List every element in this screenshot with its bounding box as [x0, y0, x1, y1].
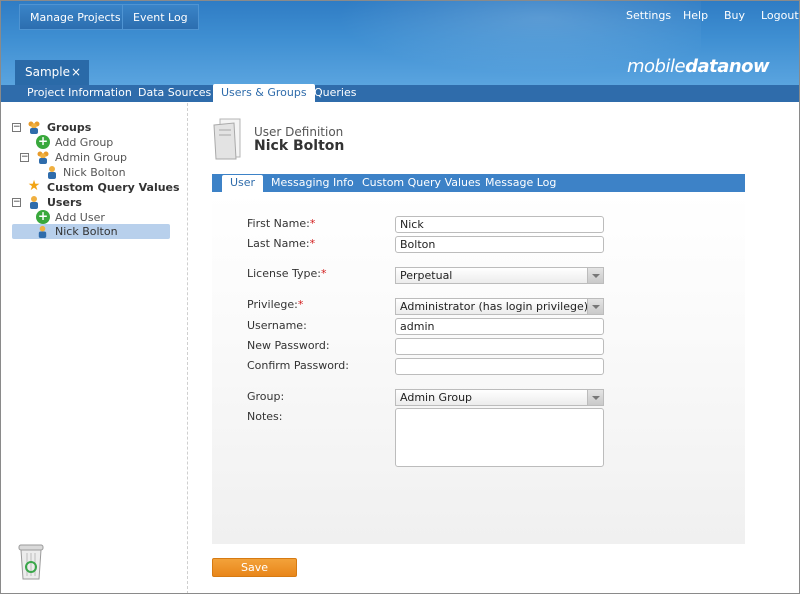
group-value: Admin Group	[400, 391, 473, 404]
add-icon: +	[36, 209, 50, 224]
user-icon	[38, 225, 47, 238]
page-title: Nick Bolton	[254, 138, 345, 154]
project-tab-label: Sample	[25, 65, 70, 79]
collapse-groups-toggle[interactable]: −	[12, 123, 21, 132]
tree-custom-query-values[interactable]: Custom Query Values	[47, 180, 180, 195]
tree-selected-user-label: Nick Bolton	[55, 225, 118, 238]
logout-link[interactable]: Logout	[761, 9, 799, 22]
tab-message-log[interactable]: Message Log	[477, 174, 564, 192]
collapse-admin-group-toggle[interactable]: −	[20, 153, 29, 162]
app-window: Manage Projects Event Log Settings Help …	[0, 0, 800, 594]
last-name-field[interactable]	[395, 236, 604, 253]
close-icon[interactable]: ×	[71, 60, 81, 84]
group-label: Group:	[247, 390, 285, 403]
chevron-down-icon[interactable]	[587, 299, 603, 314]
tree-users-label[interactable]: Users	[47, 195, 82, 210]
first-name-label: First Name:*	[247, 217, 316, 230]
notes-textarea[interactable]	[395, 408, 604, 467]
tree-add-group[interactable]: Add Group	[55, 135, 113, 150]
confirm-password-label: Confirm Password:	[247, 359, 349, 372]
tree-admin-group[interactable]: Admin Group	[55, 150, 127, 165]
tab-users-groups[interactable]: Users & Groups	[213, 84, 315, 102]
tab-queries[interactable]: Queries	[306, 85, 364, 102]
project-nav-tabs: Project Information Data Sources Users &…	[1, 84, 799, 102]
collapse-users-toggle[interactable]: −	[12, 198, 21, 207]
tab-user[interactable]: User	[222, 175, 264, 192]
username-label: Username:	[247, 319, 307, 332]
manage-projects-button[interactable]: Manage Projects	[19, 4, 132, 30]
buy-link[interactable]: Buy	[724, 9, 745, 22]
privilege-label: Privilege:*	[247, 298, 304, 311]
group-select[interactable]: Admin Group	[395, 389, 604, 406]
confirm-password-field[interactable]	[395, 358, 604, 375]
notes-label: Notes:	[247, 410, 283, 423]
user-icon	[48, 166, 56, 179]
tab-data-sources[interactable]: Data Sources	[130, 85, 219, 102]
header-bar: Manage Projects Event Log Settings Help …	[1, 1, 799, 86]
chevron-down-icon[interactable]	[587, 390, 603, 405]
first-name-field[interactable]	[395, 216, 604, 233]
chevron-down-icon[interactable]	[587, 268, 603, 283]
save-button[interactable]: Save	[212, 558, 297, 577]
user-definition-tabs: User Messaging Info Custom Query Values …	[212, 174, 745, 192]
username-field[interactable]	[395, 318, 604, 335]
star-icon: ★	[27, 178, 41, 194]
group-icon	[37, 151, 49, 164]
new-password-field[interactable]	[395, 338, 604, 355]
tree-add-user[interactable]: Add User	[55, 210, 105, 225]
new-password-label: New Password:	[247, 339, 330, 352]
recycle-bin-icon[interactable]	[16, 541, 46, 581]
tree-group-member-nick-bolton[interactable]: Nick Bolton	[63, 165, 126, 180]
event-log-button[interactable]: Event Log	[122, 4, 199, 30]
user-definition-icon	[213, 118, 241, 160]
license-type-label: License Type:*	[247, 267, 327, 280]
group-icon	[28, 121, 40, 134]
tree-groups-label[interactable]: Groups	[47, 120, 91, 135]
tab-custom-query-values[interactable]: Custom Query Values	[354, 174, 489, 192]
settings-link[interactable]: Settings	[626, 9, 671, 22]
last-name-label: Last Name:*	[247, 237, 316, 250]
tab-project-information[interactable]: Project Information	[19, 85, 140, 102]
tab-messaging-info[interactable]: Messaging Info	[263, 174, 362, 192]
license-type-select[interactable]: Perpetual	[395, 267, 604, 284]
license-type-value: Perpetual	[400, 269, 453, 282]
mobiledatanow-logo: mobiledatanow	[627, 56, 770, 77]
logo-text-data: data	[685, 56, 729, 77]
page-subtitle: User Definition	[254, 125, 344, 139]
help-link[interactable]: Help	[683, 9, 708, 22]
project-tab-sample[interactable]: Sample ×	[15, 60, 89, 86]
add-icon: +	[36, 134, 50, 149]
logo-text-now: now	[728, 56, 770, 77]
privilege-select[interactable]: Administrator (has login privilege)	[395, 298, 604, 315]
tree-user-nick-bolton-selected[interactable]: Nick Bolton	[12, 224, 170, 239]
privilege-value: Administrator (has login privilege)	[400, 300, 588, 313]
user-icon	[30, 196, 38, 209]
logo-text-mobile: mobile	[627, 56, 686, 77]
